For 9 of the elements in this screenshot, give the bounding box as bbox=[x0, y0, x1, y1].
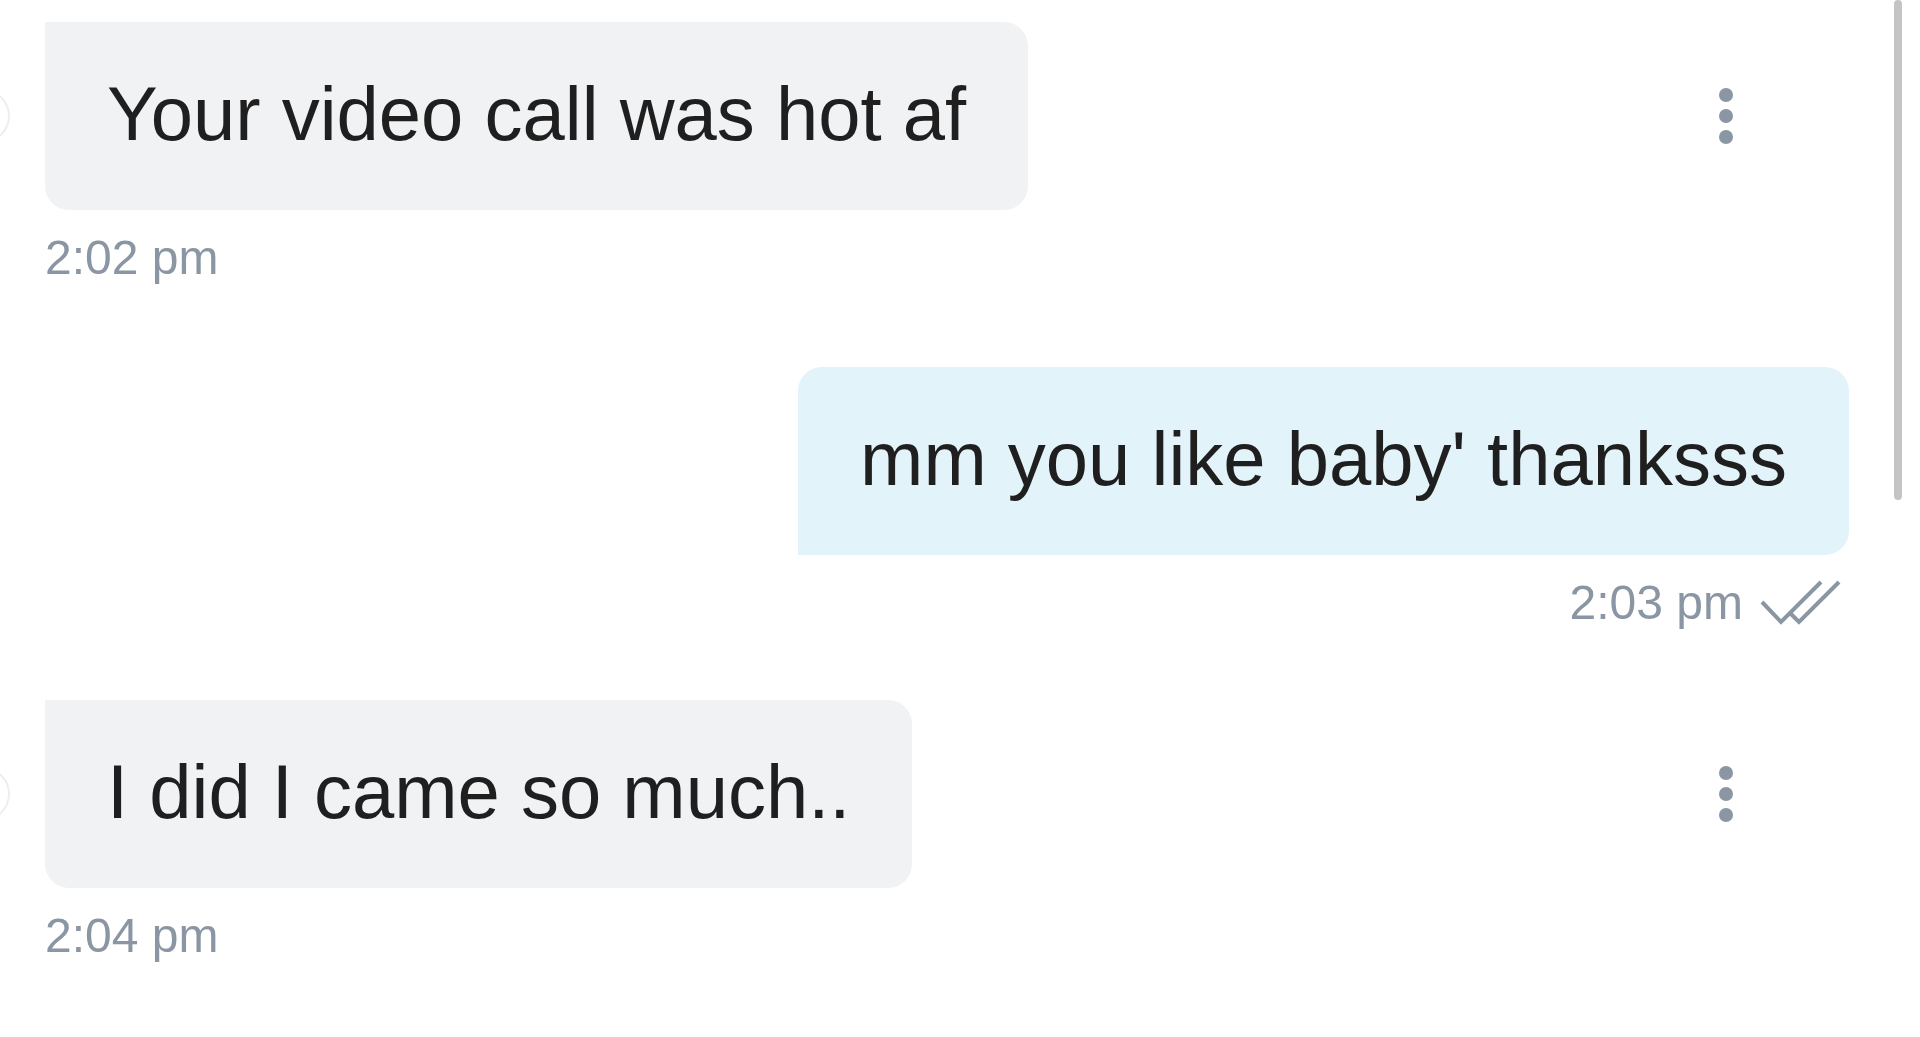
message-time: 2:02 pm bbox=[45, 230, 219, 285]
message-bubble: I did I came so much.. bbox=[45, 700, 913, 888]
more-options-icon[interactable] bbox=[1718, 765, 1734, 823]
scrollbar[interactable] bbox=[1894, 0, 1902, 500]
more-options-icon[interactable] bbox=[1718, 87, 1734, 145]
message-bubble: mm you like baby' thanksss bbox=[798, 367, 1849, 555]
message-bubble: Your video call was hot af bbox=[45, 22, 1029, 210]
message-time: 2:03 pm bbox=[1569, 575, 1743, 630]
message-time: 2:04 pm bbox=[45, 908, 219, 963]
